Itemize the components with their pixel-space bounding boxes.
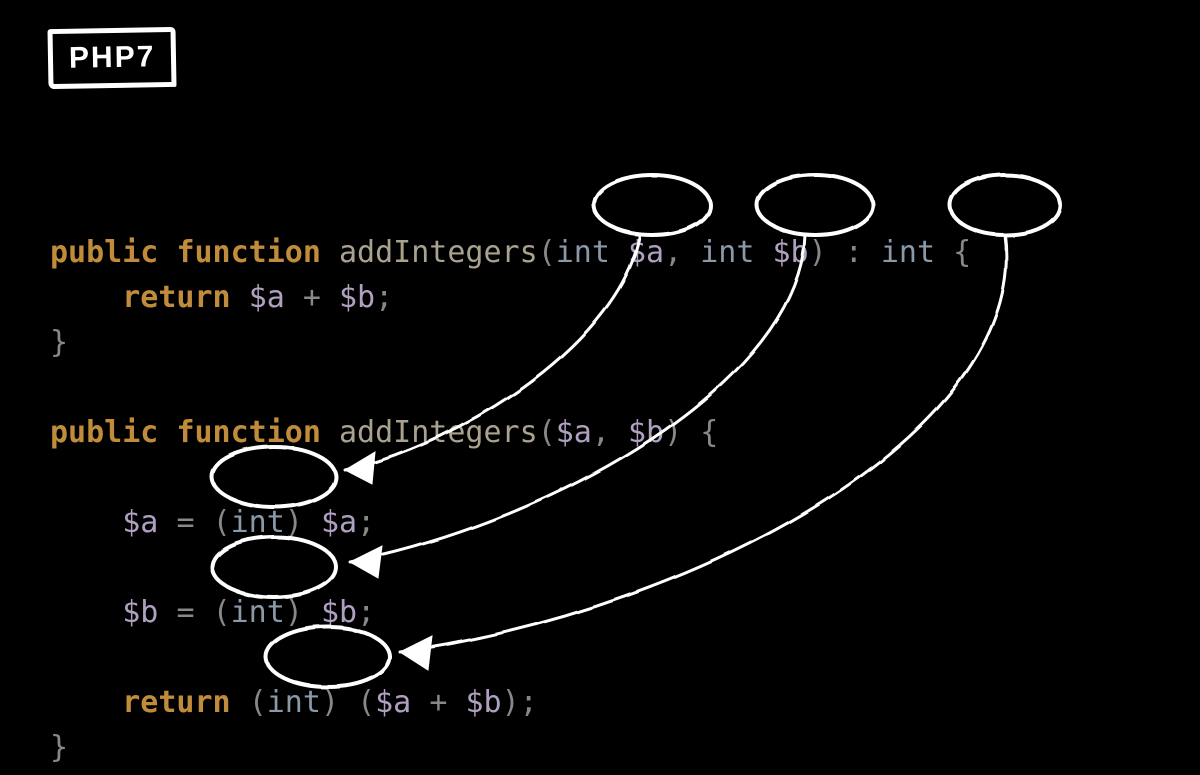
cast-open-a: ( xyxy=(213,505,231,540)
var-a: $a xyxy=(628,235,664,270)
brace-open: { xyxy=(953,235,971,270)
brace-close-2: } xyxy=(50,730,68,765)
fn-name: addIntegers xyxy=(339,235,538,270)
line-2: return $a + $b; xyxy=(50,280,393,315)
cast-int-a: int xyxy=(231,505,285,540)
brace-close-1: } xyxy=(50,325,68,360)
comma-2: , xyxy=(592,415,610,450)
paren-open: ( xyxy=(538,235,556,270)
paren-sum-close: ) xyxy=(502,685,520,720)
cast-open-r: ( xyxy=(249,685,267,720)
kw-function: function xyxy=(176,235,321,270)
brace-open-2: { xyxy=(700,415,718,450)
cast-int-b: int xyxy=(231,595,285,630)
semi-a: ; xyxy=(357,505,375,540)
line-11: return (int) ($a + $b); xyxy=(50,685,538,720)
var-b: $b xyxy=(773,235,809,270)
paren-close: ) xyxy=(809,235,827,270)
comma: , xyxy=(664,235,682,270)
cast-close-r: ) xyxy=(321,685,339,720)
op-plus-2: + xyxy=(429,685,447,720)
kw-return-2: return xyxy=(122,685,230,720)
cast-close-b: ) xyxy=(285,595,303,630)
type-int-b: int xyxy=(700,235,754,270)
cast-open-b: ( xyxy=(213,595,231,630)
paren-close-2: ) xyxy=(664,415,682,450)
cast-int-r: int xyxy=(267,685,321,720)
var-b-2: $b xyxy=(628,415,664,450)
var-b-rhs: $b xyxy=(321,595,357,630)
line-7: $a = (int) $a; xyxy=(50,505,375,540)
paren-sum-open: ( xyxy=(357,685,375,720)
kw-public-2: public xyxy=(50,415,158,450)
var-a-2: $a xyxy=(556,415,592,450)
op-eq-b: = xyxy=(176,595,194,630)
semicolon: ; xyxy=(375,280,393,315)
type-int-a: int xyxy=(556,235,610,270)
code-block: public function addIntegers(int $a, int … xyxy=(50,185,971,770)
var-b-ret: $b xyxy=(339,280,375,315)
kw-function-2: function xyxy=(176,415,321,450)
var-a-sum: $a xyxy=(375,685,411,720)
var-b-assign: $b xyxy=(122,595,158,630)
op-plus: + xyxy=(303,280,321,315)
fn-name-2: addIntegers xyxy=(339,415,538,450)
cast-close-a: ) xyxy=(285,505,303,540)
var-b-sum: $b xyxy=(465,685,501,720)
php7-badge: PHP7 xyxy=(47,27,176,89)
kw-public: public xyxy=(50,235,158,270)
paren-open-2: ( xyxy=(538,415,556,450)
kw-return: return xyxy=(122,280,230,315)
op-eq-a: = xyxy=(176,505,194,540)
line-1: public function addIntegers(int $a, int … xyxy=(50,235,971,270)
line-9: $b = (int) $b; xyxy=(50,595,375,630)
colon: : xyxy=(845,235,863,270)
var-a-assign: $a xyxy=(122,505,158,540)
semi-b: ; xyxy=(357,595,375,630)
slide: PHP7 public function addIntegers(int $a,… xyxy=(0,0,1200,775)
line-5: public function addIntegers($a, $b) { xyxy=(50,415,718,450)
var-a-rhs: $a xyxy=(321,505,357,540)
var-a-ret: $a xyxy=(249,280,285,315)
return-type-int: int xyxy=(881,235,935,270)
semi-r: ; xyxy=(520,685,538,720)
